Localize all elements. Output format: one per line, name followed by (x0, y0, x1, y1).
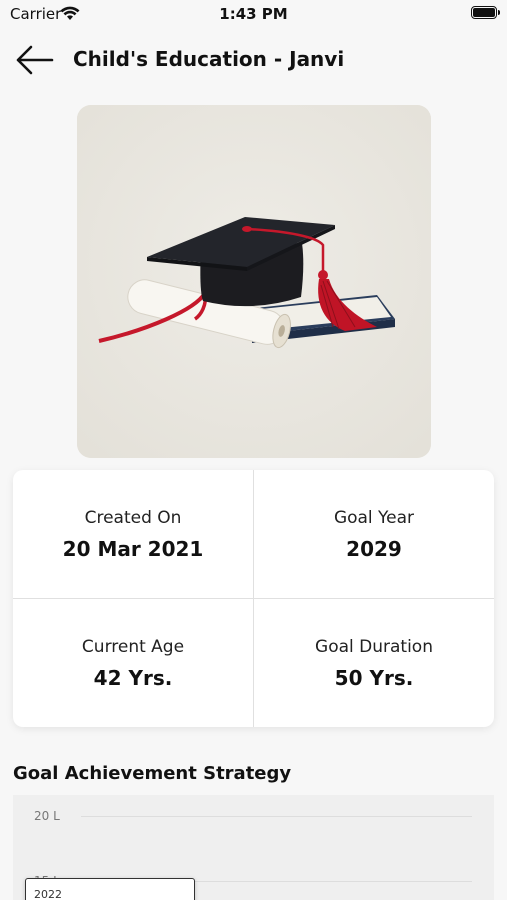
goal-year-cell: Goal Year 2029 (254, 470, 494, 598)
goal-duration-value: 50 Yrs. (334, 666, 414, 690)
goal-duration-cell: Goal Duration 50 Yrs. (254, 599, 494, 727)
y-tick-label: 20 L (34, 809, 60, 823)
clock: 1:43 PM (219, 5, 288, 23)
gridline (81, 816, 472, 817)
back-arrow-icon (16, 45, 54, 75)
battery-icon (471, 6, 500, 19)
goal-summary-card: Created On 20 Mar 2021 Goal Year 2029 Cu… (13, 470, 494, 727)
goal-image (77, 105, 431, 458)
strategy-title: Goal Achievement Strategy (13, 763, 292, 784)
page-title: Child's Education - Janvi (73, 47, 345, 71)
current-age-value: 42 Yrs. (93, 666, 173, 690)
header: Child's Education - Janvi (0, 36, 507, 82)
goal-year-label: Goal Year (333, 508, 415, 528)
current-age-cell: Current Age 42 Yrs. (13, 599, 253, 727)
chart-tooltip: 2022 (25, 878, 195, 900)
graduation-cap-icon (77, 105, 431, 458)
strategy-chart[interactable]: 20 L 15 L 2022 (13, 795, 494, 900)
goal-year-value: 2029 (346, 537, 402, 561)
created-on-value: 20 Mar 2021 (62, 537, 204, 561)
created-on-label: Created On (84, 508, 182, 528)
current-age-label: Current Age (81, 637, 185, 657)
goal-duration-label: Goal Duration (315, 637, 433, 657)
status-bar: Carrier 1:43 PM (0, 0, 507, 28)
tooltip-year: 2022 (34, 888, 62, 900)
back-button[interactable] (14, 44, 54, 76)
created-on-cell: Created On 20 Mar 2021 (13, 470, 253, 598)
